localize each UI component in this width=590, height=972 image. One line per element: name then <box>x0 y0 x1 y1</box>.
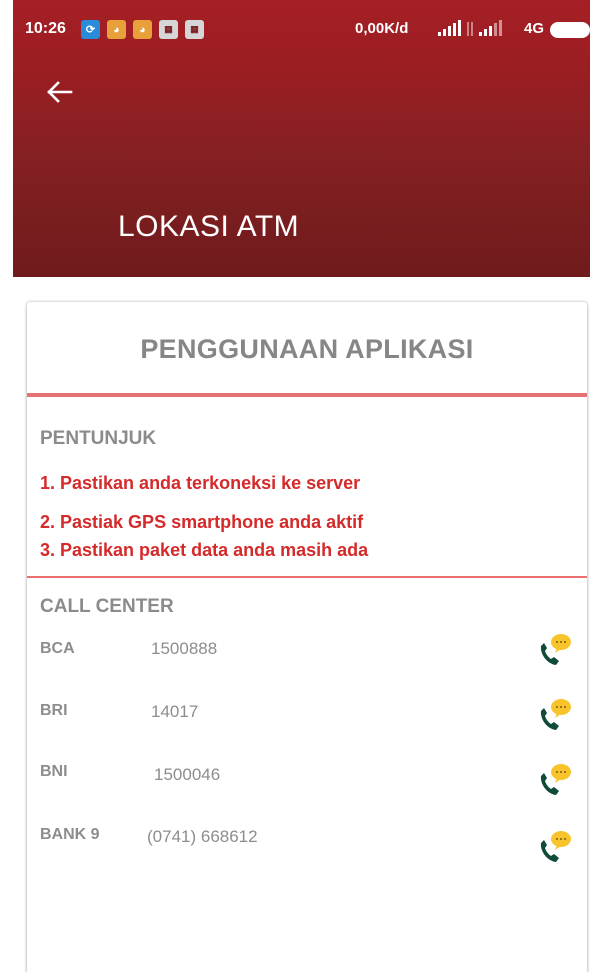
instruction-step: 1. Pastikan anda terkoneksi ke server <box>40 473 361 493</box>
phone-chat-icon[interactable] <box>537 763 573 797</box>
call-center-number: 1500888 <box>151 639 218 658</box>
call-center-number: 1500046 <box>154 765 221 784</box>
bank-notification-icon: ▦ <box>159 20 178 39</box>
phone-chat-icon[interactable] <box>537 830 573 864</box>
status-bar: 10:26 ⟳ ◕ ◕ ▦ ▦ 0,00K/d 4G <box>13 0 590 50</box>
notification-icons: ⟳ ◕ ◕ ▦ ▦ <box>81 20 204 39</box>
phone-chat-icon[interactable] <box>537 698 573 732</box>
app-notification-icon: ◕ <box>133 20 152 39</box>
signal-icons <box>438 20 502 36</box>
app-notification-icon: ◕ <box>107 20 126 39</box>
bank-notification-icon: ▦ <box>185 20 204 39</box>
signal-strength-icon <box>438 20 461 36</box>
arrow-left-icon <box>47 81 73 103</box>
call-center-heading: CALL CENTER <box>40 596 174 617</box>
divider <box>27 393 587 397</box>
phone-chat-icon[interactable] <box>537 633 573 667</box>
page-title: LOKASI ATM <box>118 210 300 243</box>
sync-notification-icon: ⟳ <box>81 20 100 39</box>
screen: 10:26 ⟳ ◕ ◕ ▦ ▦ 0,00K/d 4G LOKASI ATM PE… <box>0 0 590 972</box>
call-center-number: (0741) 668612 <box>147 827 258 846</box>
instructions-heading: PENTUNJUK <box>40 428 157 449</box>
bank-name: BCA <box>40 640 75 657</box>
data-transfer-icon <box>467 20 473 36</box>
call-center-number: 14017 <box>151 702 199 721</box>
instruction-step: 2. Pastiak GPS smartphone anda aktif <box>40 512 364 532</box>
app-bar: 10:26 ⟳ ◕ ◕ ▦ ▦ 0,00K/d 4G LOKASI ATM <box>13 0 590 277</box>
battery-icon <box>550 22 590 38</box>
instruction-step: 3. Pastikan paket data anda masih ada <box>40 540 369 560</box>
network-speed: 0,00K/d <box>355 20 409 37</box>
bank-name: BRI <box>40 702 68 719</box>
bank-name: BANK 9 <box>40 826 100 843</box>
divider <box>27 576 587 578</box>
info-card: PENGGUNAAN APLIKASI PENTUNJUK 1. Pastika… <box>27 302 587 972</box>
back-button[interactable] <box>41 74 77 110</box>
status-time: 10:26 <box>25 20 66 37</box>
network-type: 4G <box>524 20 545 37</box>
bank-name: BNI <box>40 763 68 780</box>
card-title: PENGGUNAAN APLIKASI <box>140 334 474 364</box>
signal-strength-icon <box>479 20 502 36</box>
